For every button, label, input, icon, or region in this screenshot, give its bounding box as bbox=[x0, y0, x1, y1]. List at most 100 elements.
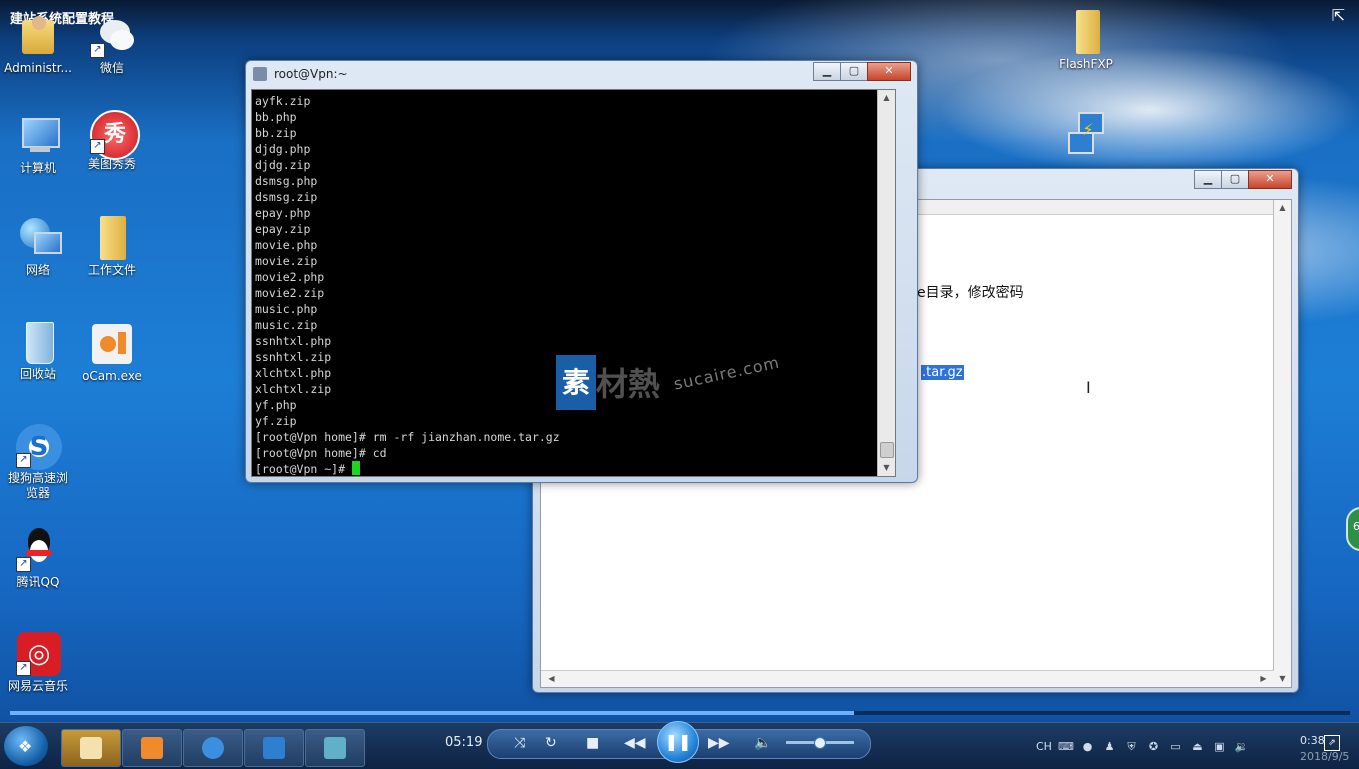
shortcut-arrow-icon: ↗ bbox=[16, 661, 31, 676]
desktop-icon-wechat[interactable]: ↗ 微信 bbox=[74, 14, 150, 76]
maximize-button[interactable]: ▢ bbox=[840, 62, 868, 81]
watermark-logo: 素 bbox=[556, 355, 596, 410]
volume-slider[interactable] bbox=[786, 737, 854, 749]
terminal-line: [root@Vpn home]# cd bbox=[255, 446, 387, 460]
scroll-up-icon[interactable]: ▲ bbox=[1274, 200, 1291, 216]
terminal-line: movie2.zip bbox=[255, 286, 325, 300]
selected-text: .tar.gz bbox=[921, 365, 964, 380]
desktop-icon-ocam[interactable]: oCam.exe bbox=[74, 322, 150, 384]
terminal-titlebar[interactable]: root@Vpn:~ ▁ ▢ ✕ bbox=[246, 61, 917, 87]
pause-button[interactable]: ❚❚ bbox=[657, 721, 699, 763]
terminal-prompt-line[interactable]: [root@Vpn ~]# bbox=[255, 461, 560, 477]
scroll-right-icon[interactable]: ▶ bbox=[1255, 671, 1272, 687]
volume-knob[interactable] bbox=[814, 737, 826, 749]
desktop-icon-computer[interactable]: 计算机 bbox=[0, 114, 76, 176]
taskbar-item-sogou[interactable] bbox=[183, 729, 243, 767]
editor-selection[interactable]: .tar.gz bbox=[921, 364, 964, 380]
shortcut-arrow-icon: ↗ bbox=[90, 43, 105, 58]
playback-time: 05:19 bbox=[445, 735, 483, 750]
terminal-line: yf.zip bbox=[255, 414, 297, 428]
editor-hscrollbar[interactable]: ◀ ▶ bbox=[541, 670, 1274, 687]
terminal-window-controls: ▁ ▢ ✕ bbox=[813, 62, 911, 81]
terminal-line: ssnhtxl.php bbox=[255, 334, 332, 348]
taskbar-item-putty[interactable] bbox=[244, 729, 304, 767]
desktop-icon-netease-music[interactable]: ◎ ↗ 网易云音乐 bbox=[0, 632, 76, 694]
fast-forward-button[interactable]: ▶▶ bbox=[708, 735, 730, 751]
security-icon[interactable]: ✪ bbox=[1146, 740, 1161, 753]
terminal-window[interactable]: root@Vpn:~ ▁ ▢ ✕ ayfk.zip bb.php bb.zip djd… bbox=[245, 60, 918, 483]
display-icon[interactable]: ▭ bbox=[1168, 740, 1183, 753]
sogou-browser-icon bbox=[202, 737, 224, 759]
start-button[interactable]: ❖ bbox=[4, 726, 48, 766]
taskbar-item-editor[interactable] bbox=[305, 729, 365, 767]
scroll-down-icon[interactable]: ▼ bbox=[878, 460, 895, 476]
terminal-line: movie.php bbox=[255, 238, 318, 252]
desktop-icon-sogou-browser[interactable]: S ↗ 搜狗高速浏览器 bbox=[0, 424, 76, 501]
desktop-icon-qq[interactable]: ↗ 腾讯QQ bbox=[0, 528, 76, 590]
desktop-icon-meitu[interactable]: 秀 ↗ 美图秀秀 bbox=[74, 110, 150, 172]
usb-icon[interactable]: ⏏ bbox=[1190, 740, 1205, 753]
desktop-icon-network[interactable]: 网络 bbox=[0, 216, 76, 278]
terminal-line: bb.php bbox=[255, 110, 297, 124]
system-tray: CH ⌨ ● ♟ ⛨ ✪ ▭ ⏏ ▣ 🔉 bbox=[1036, 740, 1249, 753]
terminal-line: yf.php bbox=[255, 398, 297, 412]
editor-window-controls: ▁ ▢ ✕ bbox=[1194, 170, 1292, 189]
network-tray-icon[interactable]: ▣ bbox=[1212, 740, 1227, 753]
terminal-line: xlchtxl.php bbox=[255, 366, 332, 380]
icon-label: 腾讯QQ bbox=[16, 575, 60, 589]
desktop-icon-administrator[interactable]: Administr... bbox=[0, 14, 76, 76]
desktop-icon-putty[interactable]: ⚡ bbox=[1048, 110, 1124, 154]
scroll-thumb[interactable] bbox=[880, 442, 894, 458]
recycle-bin-icon bbox=[16, 320, 60, 364]
scroll-up-icon[interactable]: ▲ bbox=[878, 90, 895, 106]
editor-scrollbar[interactable]: ▲ ▼ bbox=[1273, 200, 1291, 687]
expand-icon[interactable]: ⇗ bbox=[1324, 735, 1340, 751]
rewind-button[interactable]: ◀◀ bbox=[624, 735, 646, 751]
folder-icon bbox=[1064, 10, 1108, 54]
sogou-browser-icon: S ↗ bbox=[16, 424, 62, 470]
scroll-left-icon[interactable]: ◀ bbox=[543, 671, 560, 687]
fullscreen-toggle-icon[interactable]: ⇱ bbox=[1332, 6, 1345, 25]
icon-label: 微信 bbox=[99, 61, 124, 75]
desktop-icon-recycle-bin[interactable]: 回收站 bbox=[0, 320, 76, 382]
volume-icon[interactable]: 🔈 bbox=[754, 735, 771, 751]
putty-icon: ⚡ bbox=[1064, 110, 1108, 154]
terminal-output[interactable]: ayfk.zip bb.php bb.zip djdg.php djdg.zip dsms… bbox=[251, 89, 896, 477]
terminal-line: movie.zip bbox=[255, 254, 318, 268]
repeat-icon[interactable]: ↻ bbox=[545, 735, 557, 751]
desktop-icon-work-files[interactable]: 工作文件 bbox=[74, 216, 150, 278]
folder-icon bbox=[90, 216, 134, 260]
taskbar-item-app1[interactable] bbox=[61, 729, 121, 767]
record-icon[interactable]: ● bbox=[1080, 740, 1095, 753]
taskbar-item-ocam[interactable] bbox=[122, 729, 182, 767]
putty-icon bbox=[263, 737, 285, 759]
qq-penguin-icon: ↗ bbox=[16, 528, 60, 572]
qq-tray-icon[interactable]: ♟ bbox=[1102, 740, 1117, 753]
icon-label: 搜狗高速浏览器 bbox=[7, 471, 68, 500]
terminal-line: [root@Vpn home]# rm -rf jianzhan.nome.ta… bbox=[255, 430, 560, 444]
shield-icon[interactable]: ⛨ bbox=[1124, 740, 1139, 753]
minimize-button[interactable]: ▁ bbox=[1194, 170, 1222, 189]
volume-tray-icon[interactable]: 🔉 bbox=[1234, 740, 1249, 753]
shuffle-icon[interactable]: ⤨ bbox=[514, 735, 525, 751]
side-badge[interactable]: 6 bbox=[1346, 507, 1359, 551]
terminal-line: ayfk.zip bbox=[255, 94, 311, 108]
putty-icon bbox=[253, 67, 267, 81]
icon-label: FlashFXP bbox=[1059, 57, 1113, 71]
video-progress-bar[interactable] bbox=[10, 711, 1350, 715]
terminal-scrollbar[interactable]: ▲ ▼ bbox=[877, 90, 895, 476]
desktop-icon-flashfxp[interactable]: FlashFXP bbox=[1048, 10, 1124, 72]
shortcut-arrow-icon: ↗ bbox=[16, 453, 31, 468]
windows-logo-icon: ❖ bbox=[18, 737, 33, 756]
keyboard-icon[interactable]: ⌨ bbox=[1058, 740, 1074, 753]
maximize-button[interactable]: ▢ bbox=[1221, 170, 1249, 189]
terminal-line: ssnhtxl.zip bbox=[255, 350, 332, 364]
close-button[interactable]: ✕ bbox=[1248, 170, 1292, 189]
terminal-prompt: [root@Vpn ~]# bbox=[255, 462, 352, 476]
close-button[interactable]: ✕ bbox=[867, 62, 911, 81]
shortcut-arrow-icon: ↗ bbox=[16, 557, 31, 572]
minimize-button[interactable]: ▁ bbox=[813, 62, 841, 81]
language-indicator[interactable]: CH bbox=[1036, 740, 1052, 753]
stop-button[interactable]: ■ bbox=[586, 735, 599, 751]
scroll-down-icon[interactable]: ▼ bbox=[1274, 671, 1291, 687]
